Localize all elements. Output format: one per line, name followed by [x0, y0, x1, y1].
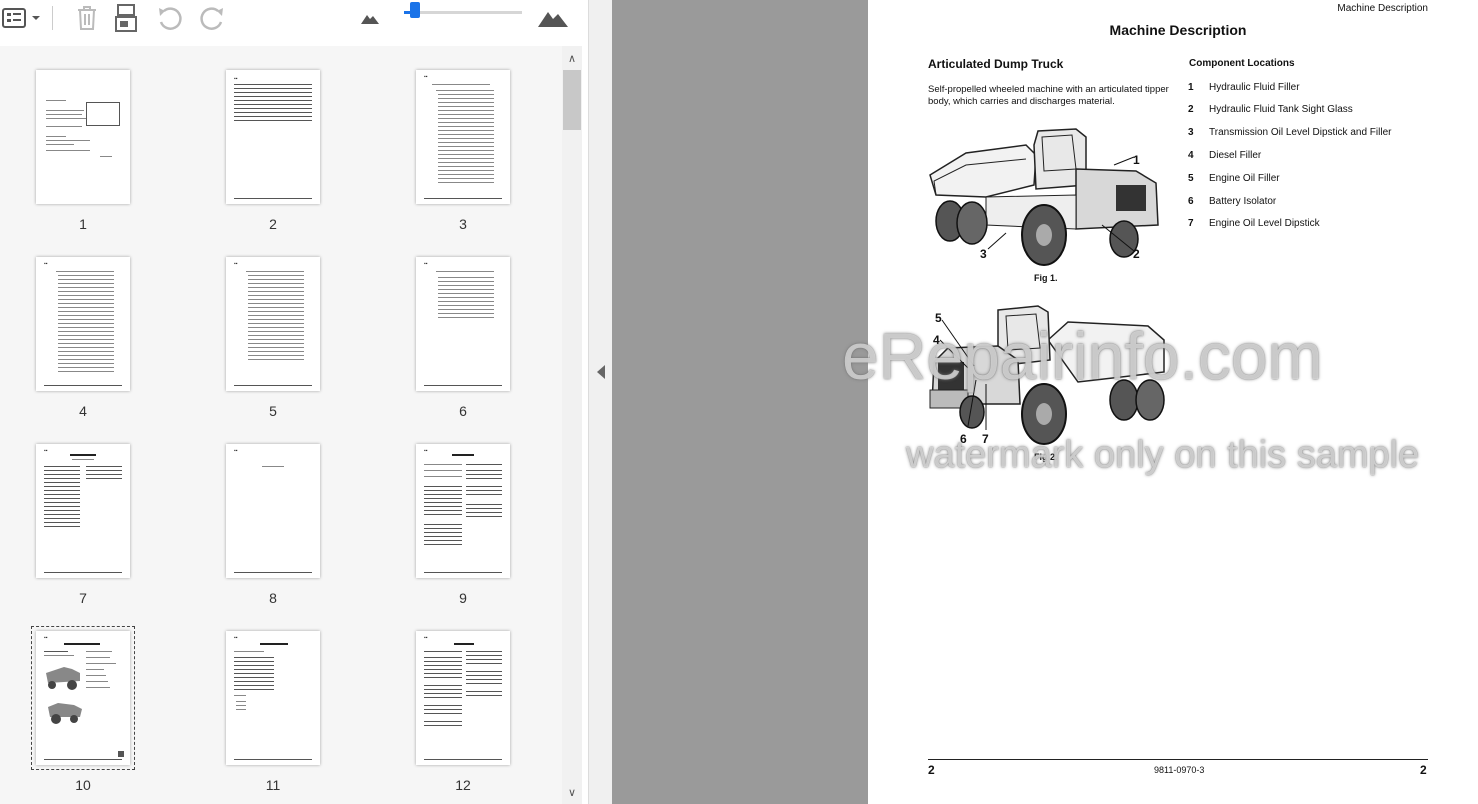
thumbnail-page-preview: ▪▪ [226, 631, 320, 765]
component-number: 6 [1188, 196, 1194, 207]
toolbar-divider [52, 6, 53, 30]
component-label: Engine Oil Level Dipstick [1209, 218, 1320, 229]
dump-truck-front-view-illustration [929, 305, 1165, 445]
thumbnail-item[interactable]: ▪▪ 10 [31, 626, 176, 801]
thumbnail-page-preview: ▪▪ [416, 444, 510, 578]
page-header: Machine Description [1337, 3, 1428, 14]
thumbnail-item[interactable]: ▪▪ [36, 257, 176, 427]
fig2-caption: Fig 2. [1034, 452, 1058, 462]
thumbnail-page-number: 12 [455, 777, 471, 793]
rotate-counterclockwise-icon[interactable] [154, 4, 186, 32]
page-title: Machine Description [1109, 22, 1247, 38]
footer-rule [928, 759, 1428, 760]
zoom-slider[interactable] [404, 2, 522, 31]
thumbnail-page-number: 7 [79, 590, 87, 606]
component-label: Hydraulic Fluid Tank Sight Glass [1209, 104, 1353, 115]
thumbnail-item[interactable]: ▪▪ [416, 444, 556, 614]
fig2-callout: 6 [960, 432, 967, 446]
thumbnail-item[interactable]: ▪▪ [416, 631, 556, 801]
section-title: Articulated Dump Truck [928, 57, 1064, 71]
component-label: Battery Isolator [1209, 196, 1277, 207]
thumbnail-list-icon[interactable] [0, 4, 28, 32]
thumbnail-page-preview [36, 70, 130, 204]
component-number: 3 [1188, 127, 1194, 138]
scroll-down-icon[interactable]: ∨ [562, 784, 582, 802]
thumbnail-page-number: 3 [459, 216, 467, 232]
thumbnail-page-number: 1 [79, 216, 87, 232]
thumbnail-item[interactable]: ▪▪ 2 [226, 70, 366, 240]
component-number: 2 [1188, 104, 1194, 115]
component-heading: Component Locations [1189, 58, 1295, 69]
component-number: 5 [1188, 173, 1194, 184]
section-description: Self-propelled wheeled machine with an a… [928, 84, 1169, 107]
thumbnail-page-preview: ▪▪ [416, 70, 510, 204]
chevron-down-icon[interactable] [28, 4, 44, 32]
fig1-callout: 2 [1133, 247, 1140, 261]
thumbnail-item[interactable]: ▪▪ 7 [36, 444, 176, 614]
scroll-up-icon[interactable]: ∧ [562, 50, 582, 68]
thumbnail-page-preview: ▪▪ [226, 444, 320, 578]
thumbnail-page-preview: ▪▪ [36, 257, 130, 391]
fig2-callout: 7 [982, 432, 989, 446]
thumbnail-page-number: 11 [265, 777, 281, 793]
thumbnail-page-preview: ▪▪ [36, 444, 130, 578]
fig2-callout: 5 [935, 311, 942, 325]
component-number: 1 [1188, 82, 1194, 93]
thumbnail-item[interactable]: ▪▪ 11 [226, 631, 366, 801]
component-label: Diesel Filler [1209, 150, 1262, 161]
thumbnail-page-number: 10 [75, 777, 91, 793]
footer-page-number-left: 2 [928, 763, 935, 777]
fig1-caption: Fig 1. [1034, 273, 1058, 283]
component-label: Hydraulic Fluid Filler [1209, 82, 1300, 93]
trash-icon[interactable] [72, 4, 102, 32]
thumbnail-scrollbar[interactable]: ∧ ∨ [562, 46, 582, 804]
small-mountain-icon[interactable] [358, 4, 382, 32]
panel-splitter[interactable] [588, 0, 613, 804]
rotate-clockwise-icon[interactable] [196, 4, 228, 32]
thumbnail-page-number: 9 [459, 590, 467, 606]
thumbnail-item[interactable]: ▪▪ 8 [226, 444, 366, 614]
document-page: Machine Description Machine Description … [868, 0, 1478, 804]
component-number: 4 [1188, 150, 1194, 161]
thumbnail-page-preview: ▪▪ [31, 626, 135, 770]
zoom-slider-handle[interactable] [409, 2, 420, 18]
component-label: Transmission Oil Level Dipstick and Fill… [1209, 127, 1392, 138]
thumbnail-item[interactable]: 1 [36, 70, 176, 240]
component-number: 7 [1188, 218, 1194, 229]
thumbnail-page-preview: ▪▪ [416, 631, 510, 765]
thumbnail-page-preview: ▪▪ [226, 70, 320, 204]
thumbnail-page-number: 8 [269, 590, 277, 606]
large-mountain-icon[interactable] [536, 4, 570, 32]
save-pages-icon[interactable] [112, 4, 142, 32]
thumbnail-item[interactable]: ▪▪ 5 [226, 257, 366, 427]
thumbnail-item[interactable]: ▪▪ 3 [416, 70, 556, 240]
thumbnail-page-preview: ▪▪ [416, 257, 510, 391]
thumbnail-page-number: 2 [269, 216, 277, 232]
collapse-panel-icon[interactable] [597, 365, 605, 379]
scrollbar-thumb[interactable] [563, 70, 581, 130]
footer-doc-code: 9811-0970-3 [1154, 765, 1205, 775]
thumbnail-page-number: 4 [79, 403, 87, 419]
thumbnail-page-number: 6 [459, 403, 467, 419]
fig2-callout: 4 [933, 333, 940, 347]
thumbnail-toolbar [0, 0, 590, 40]
component-label: Engine Oil Filler [1209, 173, 1280, 184]
zoom-slider-track [404, 11, 522, 14]
document-background [612, 0, 868, 804]
fig1-callout: 1 [1133, 153, 1140, 167]
thumbnail-page-preview: ▪▪ [226, 257, 320, 391]
footer-page-number-right: 2 [1420, 763, 1427, 777]
fig1-callout: 3 [980, 247, 987, 261]
thumbnail-panel: 1 ▪▪ 2 ▪▪ 3 ▪▪ 4 ▪▪ 5 ▪▪ 6 ▪▪ 7 ▪▪ 8 ▪▪ … [0, 46, 562, 804]
thumbnail-item[interactable]: ▪▪ 6 [416, 257, 556, 427]
thumbnail-page-number: 5 [269, 403, 277, 419]
